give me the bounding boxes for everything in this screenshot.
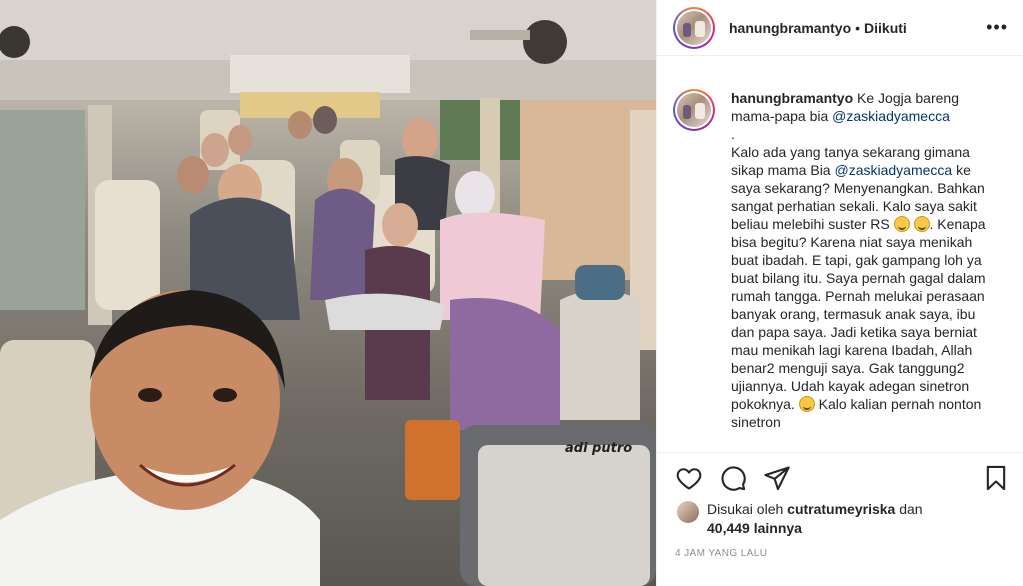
- caption-mention-2[interactable]: @zaskiadyamecca: [834, 162, 952, 178]
- comments-section[interactable]: hanungbramantyo Ke Jogja bareng mama-pap…: [657, 57, 1023, 453]
- caption-avatar[interactable]: [673, 89, 715, 131]
- liker-avatar[interactable]: [677, 501, 699, 523]
- post-side-panel: hanungbramantyo • Diikuti ••• hanungbram…: [656, 0, 1023, 586]
- grin-emoji-icon: [913, 216, 930, 232]
- follow-status-button[interactable]: Diikuti: [864, 20, 907, 36]
- caption-username[interactable]: hanungbramantyo: [731, 90, 853, 106]
- likes-prefix: Disukai oleh: [707, 501, 788, 517]
- likes-connector: dan: [895, 501, 923, 517]
- more-horizontal-icon[interactable]: •••: [986, 18, 1008, 36]
- caption-mention[interactable]: @zaskiadyamecca: [832, 108, 950, 124]
- post-timestamp[interactable]: 4 JAM YANG LALU: [675, 548, 767, 559]
- likes-count[interactable]: 40,449 lainnya: [707, 520, 802, 536]
- bookmark-icon[interactable]: [982, 464, 1010, 492]
- heart-icon[interactable]: [675, 464, 703, 492]
- header-avatar[interactable]: [673, 6, 715, 49]
- comment-icon[interactable]: [719, 464, 747, 492]
- caption-text: hanungbramantyo Ke Jogja bareng mama-pap…: [731, 89, 993, 431]
- paper-plane-icon[interactable]: [763, 464, 791, 492]
- header-username[interactable]: hanungbramantyo: [729, 20, 851, 36]
- post-actions: [657, 456, 1023, 496]
- caption-para3: . Kenapa bisa begitu? Karena niat saya m…: [731, 216, 990, 412]
- grin-emoji-icon: [893, 216, 910, 232]
- bus-interior-photo: [0, 0, 656, 586]
- post-header: hanungbramantyo • Diikuti •••: [657, 0, 1023, 56]
- grin-emoji-icon: [798, 396, 815, 412]
- liker-username[interactable]: cutratumeyriska: [787, 501, 895, 517]
- photo-seat-label: adi putro: [565, 441, 633, 456]
- likes-summary: Disukai oleh cutratumeyriska dan 40,449 …: [677, 500, 1007, 538]
- caption: hanungbramantyo Ke Jogja bareng mama-pap…: [673, 89, 1013, 431]
- post-photo[interactable]: adi putro: [0, 0, 656, 586]
- header-separator: •: [855, 19, 861, 36]
